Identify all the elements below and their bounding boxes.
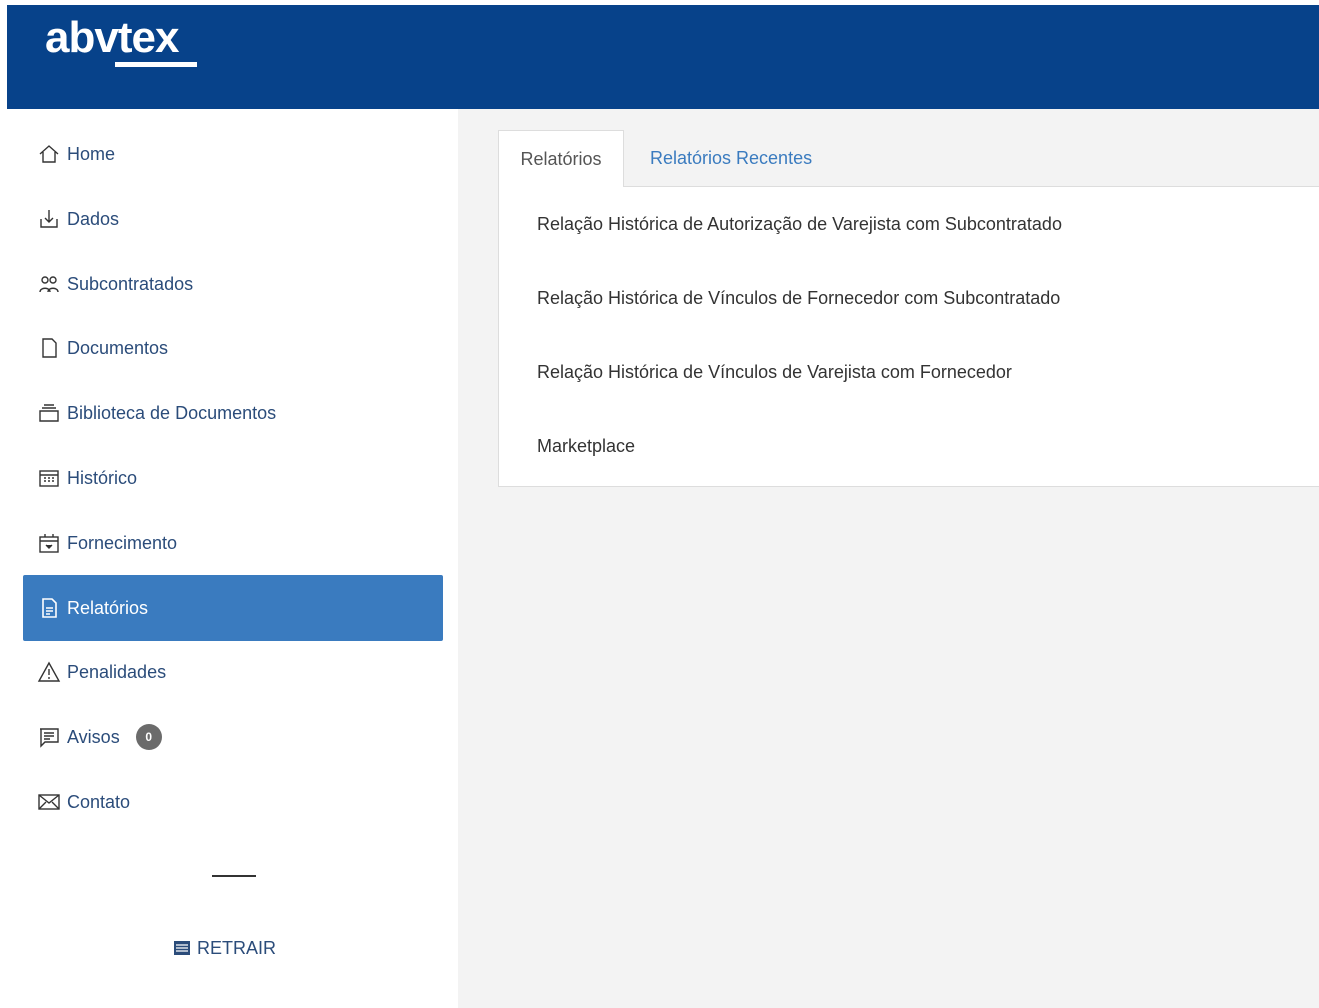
tab-relatorios-recentes[interactable]: Relatórios Recentes <box>650 130 812 187</box>
sidebar-item-label: Relatórios <box>67 597 149 618</box>
sidebar-item-home[interactable]: Home <box>23 121 443 187</box>
sidebar-item-label: Dados <box>67 208 120 229</box>
report-link[interactable]: Relação Histórica de Vínculos de Fornece… <box>537 283 1060 313</box>
box-icon <box>35 529 63 557</box>
sidebar-item-dados[interactable]: Dados <box>23 186 443 252</box>
report-link[interactable]: Marketplace <box>537 431 635 461</box>
collapse-icon <box>173 939 191 957</box>
report-link[interactable]: Relação Histórica de Autorização de Vare… <box>537 209 1062 239</box>
sidebar-divider <box>212 875 256 877</box>
sidebar-item-relatorios[interactable]: Relatórios <box>23 575 443 641</box>
sidebar-item-label: Biblioteca de Documentos <box>67 402 277 423</box>
sidebar-item-subcontratados[interactable]: Subcontratados <box>23 251 443 317</box>
calendar-icon <box>35 464 63 492</box>
logo-underline <box>115 62 197 67</box>
collapse-sidebar-button[interactable]: RETRAIR <box>173 933 276 963</box>
sidebar-item-fornecimento[interactable]: Fornecimento <box>23 510 443 576</box>
abvtex-logo[interactable]: abvtex <box>45 13 179 63</box>
users-icon <box>35 270 63 298</box>
notice-icon <box>35 723 63 751</box>
sidebar-item-label: Avisos <box>67 726 120 747</box>
report-icon <box>35 594 63 622</box>
sidebar-item-label: Documentos <box>67 337 169 358</box>
home-icon <box>35 140 63 168</box>
reports-panel: Relação Histórica de Autorização de Vare… <box>498 186 1319 487</box>
document-icon <box>35 334 63 362</box>
report-link[interactable]: Relação Histórica de Vínculos de Varejis… <box>537 357 1012 387</box>
sidebar-item-label: Contato <box>67 791 131 812</box>
download-icon <box>35 205 63 233</box>
tab-relatorios[interactable]: Relatórios <box>498 130 624 187</box>
sidebar-item-label: Penalidades <box>67 661 167 682</box>
notification-badge: 0 <box>135 724 162 750</box>
app-header: abvtex <box>7 5 1319 109</box>
sidebar-item-contato[interactable]: Contato <box>23 769 443 835</box>
warning-icon <box>35 658 63 686</box>
library-icon <box>35 399 63 427</box>
sidebar-item-label: Histórico <box>67 467 138 488</box>
main-content: Relatórios Relatórios Recentes Relação H… <box>458 109 1319 1008</box>
sidebar-item-label: Home <box>67 143 116 164</box>
collapse-label: RETRAIR <box>197 937 277 958</box>
sidebar-item-documentos[interactable]: Documentos <box>23 315 443 381</box>
mail-icon <box>35 788 63 816</box>
sidebar-item-penalidades[interactable]: Penalidades <box>23 639 443 705</box>
sidebar: Home Dados Subcontratados Documentos Bib… <box>7 109 458 1008</box>
sidebar-item-label: Subcontratados <box>67 273 194 294</box>
sidebar-item-avisos[interactable]: Avisos 0 <box>23 704 443 770</box>
sidebar-item-label: Fornecimento <box>67 532 178 553</box>
sidebar-item-biblioteca[interactable]: Biblioteca de Documentos <box>23 380 443 446</box>
sidebar-item-historico[interactable]: Histórico <box>23 445 443 511</box>
